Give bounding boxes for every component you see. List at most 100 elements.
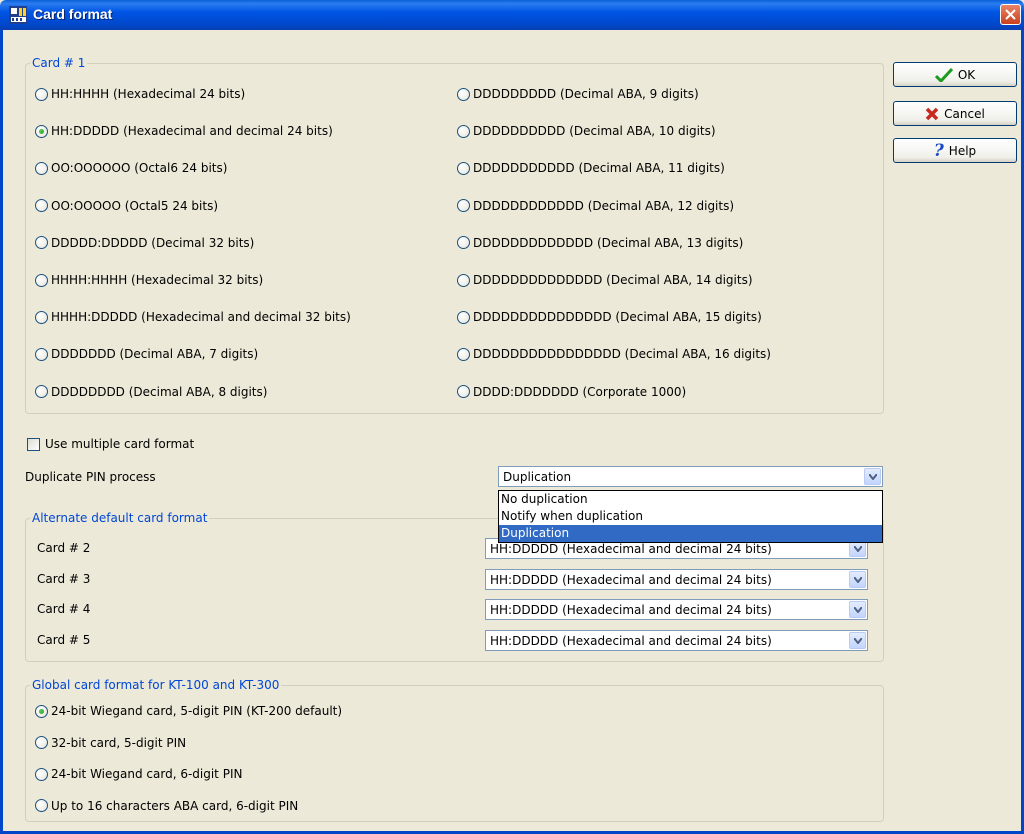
radio-label: HHHH:DDDDD (Hexadecimal and decimal 32 b… xyxy=(51,310,351,325)
alternate-card-select[interactable]: HH:DDDDD (Hexadecimal and decimal 24 bit… xyxy=(485,629,868,651)
radio-label: 24-bit Wiegand card, 6-digit PIN xyxy=(51,767,243,781)
radio-label: 24-bit Wiegand card, 5-digit PIN (KT-200… xyxy=(51,704,343,718)
radio-unchecked-icon[interactable] xyxy=(457,347,470,361)
global-legend: Global card format for KT-100 and KT-300 xyxy=(32,678,280,692)
radio-label: DDDDDDD (Decimal ABA, 7 digits) xyxy=(51,347,259,362)
radio-unchecked-icon[interactable] xyxy=(35,273,48,287)
use-multiple-label: Use multiple card format xyxy=(45,437,195,451)
help-label: Help xyxy=(948,143,977,158)
radio-unchecked-icon[interactable] xyxy=(35,161,48,175)
global-option[interactable]: 24-bit Wiegand card, 5-digit PIN (KT-200… xyxy=(35,703,342,719)
radio-unchecked-icon[interactable] xyxy=(35,87,48,101)
card1-option[interactable]: OO:OOOOOO (Octal6 24 bits) xyxy=(35,160,227,176)
help-question-icon: ? xyxy=(933,140,944,161)
radio-label: DDDD:DDDDDDD (Corporate 1000) xyxy=(473,384,687,399)
radio-unchecked-icon[interactable] xyxy=(457,199,470,213)
duplicate-pin-select[interactable]: Duplication xyxy=(498,466,883,487)
checkmark-icon xyxy=(934,67,953,82)
global-option[interactable]: 24-bit Wiegand card, 6-digit PIN xyxy=(35,766,242,782)
alternate-card-value: HH:DDDDD (Hexadecimal and decimal 24 bit… xyxy=(490,572,772,587)
cancel-label: Cancel xyxy=(944,106,985,121)
card1-option[interactable]: DDDDDDDDDDDDDD (Decimal ABA, 14 digits) xyxy=(457,272,753,288)
radio-unchecked-icon[interactable] xyxy=(35,310,48,324)
card1-option[interactable]: DDDDDDDD (Decimal ABA, 8 digits) xyxy=(35,384,267,400)
card1-option[interactable]: DDDDDDDDDDDDD (Decimal ABA, 13 digits) xyxy=(457,235,743,251)
radio-unchecked-icon[interactable] xyxy=(457,124,470,138)
ok-button[interactable]: OK xyxy=(893,62,1017,87)
duplicate-pin-value: Duplication xyxy=(503,470,572,484)
card1-option[interactable]: HHHH:DDDDD (Hexadecimal and decimal 32 b… xyxy=(35,309,351,325)
use-multiple-checkbox[interactable] xyxy=(27,438,40,451)
radio-unchecked-icon[interactable] xyxy=(457,161,470,175)
radio-label: DDDDDDDDDDDD (Decimal ABA, 12 digits) xyxy=(473,198,735,213)
radio-label: OO:OOOOO (Octal5 24 bits) xyxy=(51,198,219,213)
radio-label: DDDDDDDDDDD (Decimal ABA, 11 digits) xyxy=(473,161,725,176)
card1-option[interactable]: DDDDD:DDDDD (Decimal 32 bits) xyxy=(35,235,254,251)
radio-unchecked-icon[interactable] xyxy=(35,347,48,361)
close-button[interactable] xyxy=(1000,4,1021,25)
radio-label: OO:OOOOOO (Octal6 24 bits) xyxy=(51,161,228,176)
card1-option[interactable]: DDDD:DDDDDDD (Corporate 1000) xyxy=(457,384,686,400)
alternate-card-label: Card # 2 xyxy=(37,541,91,555)
dropdown-option-selected[interactable]: Duplication xyxy=(499,525,882,542)
radio-unchecked-icon[interactable] xyxy=(457,273,470,287)
radio-label: DDDDD:DDDDD (Decimal 32 bits) xyxy=(51,235,255,250)
card1-option[interactable]: OO:OOOOO (Octal5 24 bits) xyxy=(35,198,218,214)
title-bar[interactable]: Card format xyxy=(0,0,1024,30)
radio-checked-icon[interactable] xyxy=(35,124,48,138)
radio-label: HHHH:HHHH (Hexadecimal 32 bits) xyxy=(51,273,264,287)
alternate-card-value: HH:DDDDD (Hexadecimal and decimal 24 bit… xyxy=(490,542,772,556)
global-option[interactable]: Up to 16 characters ABA card, 6-digit PI… xyxy=(35,798,298,814)
card1-option[interactable]: HH:HHHH (Hexadecimal 24 bits) xyxy=(35,86,245,102)
alternate-card-value: HH:DDDDD (Hexadecimal and decimal 24 bit… xyxy=(490,633,772,648)
radio-checked-icon[interactable] xyxy=(35,704,48,718)
alternate-card-label: Card # 3 xyxy=(37,571,91,586)
cancel-button[interactable]: Cancel xyxy=(893,101,1017,126)
radio-unchecked-icon[interactable] xyxy=(457,236,470,250)
radio-label: Up to 16 characters ABA card, 6-digit PI… xyxy=(51,798,299,813)
duplicate-pin-dropdown-list[interactable]: No duplication Notify when duplication D… xyxy=(498,490,883,543)
radio-unchecked-icon[interactable] xyxy=(35,236,48,250)
alternate-card-select[interactable]: HH:DDDDD (Hexadecimal and decimal 24 bit… xyxy=(485,568,868,590)
radio-label: DDDDDDDD (Decimal ABA, 8 digits) xyxy=(51,384,268,399)
card1-option[interactable]: DDDDDDDDDDDDDDDD (Decimal ABA, 16 digits… xyxy=(457,346,771,362)
alternate-legend: Alternate default card format xyxy=(32,511,208,525)
card1-option[interactable]: HHHH:HHHH (Hexadecimal 32 bits) xyxy=(35,272,263,288)
card1-legend: Card # 1 xyxy=(32,56,86,70)
radio-label: DDDDDDDDDDDDD (Decimal ABA, 13 digits) xyxy=(473,235,744,250)
radio-label: DDDDDDDDDDDDDDD (Decimal ABA, 15 digits) xyxy=(473,310,762,325)
alternate-card-value: HH:DDDDD (Hexadecimal and decimal 24 bit… xyxy=(490,603,772,617)
alternate-card-label: Card # 5 xyxy=(37,632,91,647)
radio-unchecked-icon[interactable] xyxy=(35,736,48,749)
radio-unchecked-icon[interactable] xyxy=(35,385,48,399)
card1-option[interactable]: DDDDDDDDDDDDDDD (Decimal ABA, 15 digits) xyxy=(457,309,762,325)
card1-option[interactable]: DDDDDDDDD (Decimal ABA, 9 digits) xyxy=(457,86,699,102)
card1-option[interactable]: HH:DDDDD (Hexadecimal and decimal 24 bit… xyxy=(35,123,333,139)
card1-option[interactable]: DDDDDDD (Decimal ABA, 7 digits) xyxy=(35,346,258,362)
cancel-x-icon xyxy=(925,107,939,120)
radio-unchecked-icon[interactable] xyxy=(457,87,470,101)
help-button[interactable]: ? Help xyxy=(893,138,1017,163)
radio-label: HH:DDDDD (Hexadecimal and decimal 24 bit… xyxy=(51,124,333,139)
chevron-down-icon[interactable] xyxy=(849,601,866,618)
radio-label: DDDDDDDDD (Decimal ABA, 9 digits) xyxy=(473,87,699,101)
card1-option[interactable]: DDDDDDDDDDDD (Decimal ABA, 12 digits) xyxy=(457,198,734,214)
radio-unchecked-icon[interactable] xyxy=(457,385,470,399)
app-card-icon xyxy=(9,6,27,24)
card1-option[interactable]: DDDDDDDDDD (Decimal ABA, 10 digits) xyxy=(457,123,716,139)
radio-unchecked-icon[interactable] xyxy=(35,199,48,213)
radio-unchecked-icon[interactable] xyxy=(457,310,470,324)
radio-unchecked-icon[interactable] xyxy=(35,799,48,812)
ok-label: OK xyxy=(957,67,976,82)
alternate-card-select[interactable]: HH:DDDDD (Hexadecimal and decimal 24 bit… xyxy=(485,599,868,620)
radio-label: DDDDDDDDDD (Decimal ABA, 10 digits) xyxy=(473,124,716,139)
dropdown-option[interactable]: Notify when duplication xyxy=(499,508,882,525)
radio-unchecked-icon[interactable] xyxy=(35,767,48,781)
chevron-down-icon[interactable] xyxy=(864,468,881,485)
card1-option[interactable]: DDDDDDDDDDD (Decimal ABA, 11 digits) xyxy=(457,160,725,176)
chevron-down-icon[interactable] xyxy=(849,631,866,649)
close-icon xyxy=(1005,9,1016,20)
global-option[interactable]: 32-bit card, 5-digit PIN xyxy=(35,735,186,751)
dropdown-option[interactable]: No duplication xyxy=(499,491,882,508)
chevron-down-icon[interactable] xyxy=(849,570,866,588)
